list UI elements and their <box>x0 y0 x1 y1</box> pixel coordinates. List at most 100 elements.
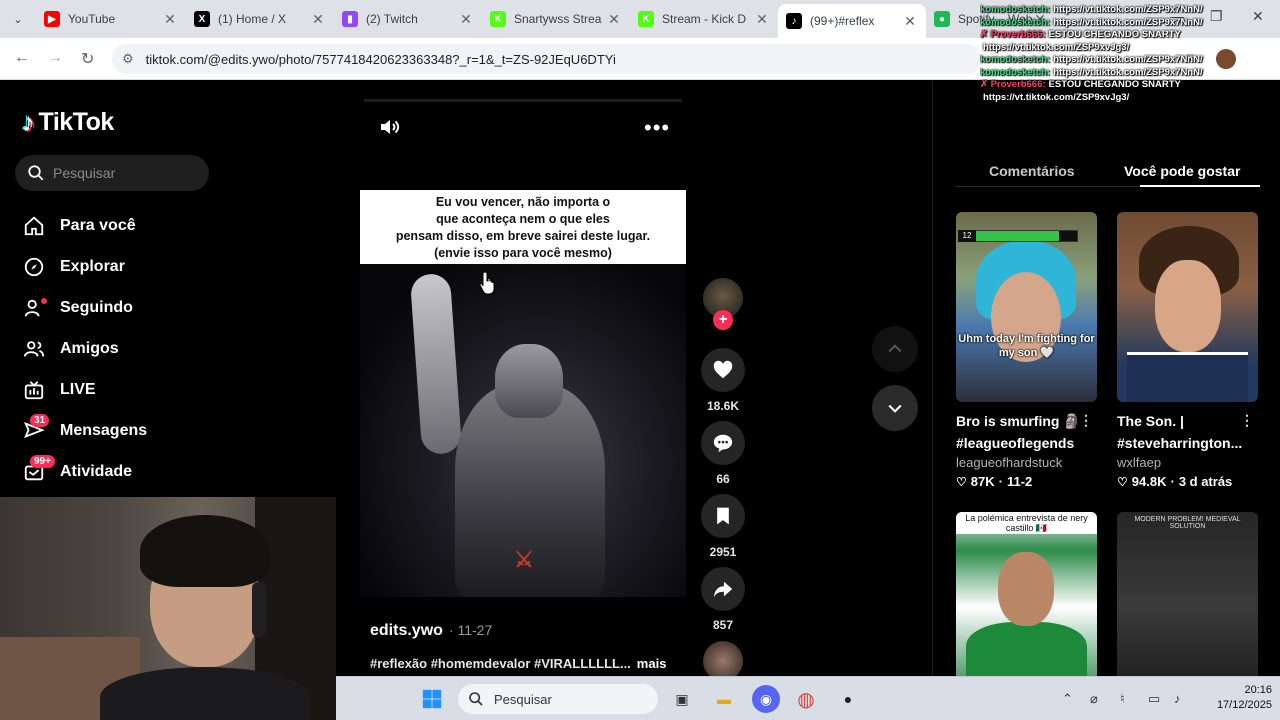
video-thumbnail[interactable] <box>1117 212 1258 402</box>
card-title[interactable]: The Son. | #steveharrington... <box>1117 410 1258 454</box>
sidebar-item-label: Mensagens <box>60 421 148 439</box>
sidebar-item-mensagens[interactable]: 31 Mensagens <box>22 410 147 451</box>
chat-message: https://vt.tiktok.com/ZSP9xvJg3/ <box>980 42 1210 55</box>
network-icon[interactable]: ⌀ <box>1090 691 1098 707</box>
profile-avatar[interactable] <box>1216 49 1236 69</box>
share-icon[interactable] <box>701 567 745 611</box>
browser-tab[interactable]: K Snartywss Strea ✕ <box>482 4 630 34</box>
tab-close-icon[interactable]: ✕ <box>754 11 770 28</box>
tab-close-icon[interactable]: ✕ <box>310 11 326 28</box>
chat-message: ✗ Proverb666: ESTOU CHEGANDO SNARTY <box>980 79 1210 92</box>
recommended-card[interactable]: 12 Uhm today I'm fighting for my son 🤍 B… <box>956 212 1097 489</box>
thumb-subtitle: Uhm today I'm fighting for my son 🤍 <box>958 333 1095 359</box>
sidebar-item-live[interactable]: LIVE <box>22 369 147 410</box>
browser-tab[interactable]: ♪ (99+)#reflex ✕ <box>778 4 926 38</box>
microphone-icon[interactable]: ♮ <box>1120 691 1125 707</box>
taskbar-search-placeholder: Pesquisar <box>494 691 552 707</box>
browser-tab[interactable]: ▮ (2) Twitch ✕ <box>334 4 482 34</box>
comment-action[interactable]: 66 <box>701 421 745 486</box>
video-thumbnail[interactable]: La polémica entrevista de nery castillo … <box>956 512 1097 702</box>
share-action[interactable]: 857 <box>701 567 745 632</box>
next-post-button[interactable] <box>872 385 918 431</box>
tray-chevron-up-icon[interactable]: ⌃ <box>1062 691 1073 707</box>
search-input[interactable] <box>53 165 203 181</box>
obs-icon[interactable]: ● <box>834 685 862 713</box>
sidebar-item-amigos[interactable]: Amigos <box>22 328 147 369</box>
tab-close-icon[interactable]: ✕ <box>606 11 622 28</box>
sidebar-item-para-voce[interactable]: Para você <box>22 205 147 246</box>
sidebar-item-seguindo[interactable]: Seguindo <box>22 287 147 328</box>
author-name[interactable]: edits.ywo <box>370 622 443 640</box>
tab-comentarios[interactable]: Comentários <box>989 163 1075 179</box>
chrome-icon[interactable]: ◍ <box>792 685 820 713</box>
photo-post[interactable]: Eu vou vencer, não importa o que aconteç… <box>360 190 686 597</box>
card-likes: 94.8K <box>1131 474 1167 489</box>
card-title-line: #leagueoflegends <box>956 435 1075 451</box>
sidebar-item-atividade[interactable]: 99+ Atividade <box>22 451 147 492</box>
comment-icon[interactable] <box>701 421 745 465</box>
tab-close-icon[interactable]: ✕ <box>458 11 474 28</box>
chat-message: komodosketch: https://vt.tiktok.com/ZSP9x… <box>980 4 1210 17</box>
browser-tab[interactable]: X (1) Home / X ✕ <box>186 4 334 34</box>
task-view-icon[interactable]: ▣ <box>668 685 696 713</box>
tab-close-icon[interactable]: ✕ <box>162 11 178 28</box>
more-options-icon[interactable]: ••• <box>644 115 670 141</box>
more-link[interactable]: mais <box>637 656 667 671</box>
post-hashtags: #reflexão #homemdevalor #VIRALLLLLL... ma… <box>370 656 666 671</box>
forward-icon[interactable]: → <box>47 49 63 67</box>
file-explorer-icon[interactable]: ▬ <box>710 685 738 713</box>
card-author[interactable]: wxlfaep <box>1117 455 1258 470</box>
hashtags-text[interactable]: #reflexão #homemdevalor #VIRALLLLLL... <box>370 656 631 671</box>
previous-post-button[interactable] <box>872 326 918 372</box>
display-icon[interactable]: ▭ <box>1148 691 1160 707</box>
card-title-line: #steveharrington... <box>1117 435 1243 451</box>
video-thumbnail[interactable]: 12 Uhm today I'm fighting for my son 🤍 <box>956 212 1097 402</box>
heart-icon[interactable] <box>701 348 745 392</box>
site-info-icon[interactable]: ⚙ <box>122 51 134 67</box>
speaker-icon[interactable]: ♪ <box>1174 691 1181 706</box>
recommended-card[interactable]: The Son. | #steveharrington... ⋮ wxlfaep… <box>1117 212 1258 489</box>
card-more-icon[interactable]: ⋮ <box>1240 412 1254 429</box>
card-more-icon[interactable]: ⋮ <box>1079 412 1093 429</box>
recommended-card[interactable]: La polémica entrevista de nery castillo … <box>956 512 1097 702</box>
save-count: 2951 <box>709 545 737 559</box>
friends-icon <box>22 337 46 361</box>
compass-icon <box>22 255 46 279</box>
follow-plus-icon[interactable]: + <box>713 310 733 330</box>
card-author[interactable]: leagueofhardstuck <box>956 455 1097 470</box>
card-title[interactable]: Bro is smurfing 🗿 #leagueoflegends <box>956 410 1097 454</box>
video-thumbnail[interactable]: MODERN PROBLEM! MEDIEVAL SOLUTION <box>1117 512 1258 702</box>
chat-message: komodosketch: https://vt.tiktok.com/ZSP9x… <box>980 54 1210 67</box>
sidebar-item-explorar[interactable]: Explorar <box>22 246 147 287</box>
tab-voce-pode-gostar[interactable]: Você pode gostar <box>1124 163 1240 179</box>
tab-close-icon[interactable]: ✕ <box>902 13 918 30</box>
discord-icon[interactable]: ◉ <box>752 685 780 713</box>
tiktok-logo[interactable]: ♪ TikTok <box>22 107 114 138</box>
right-panel: Comentários Você pode gostar 12 Uhm toda… <box>932 81 1280 720</box>
card-date: 3 d atrás <box>1178 474 1233 489</box>
close-window-icon[interactable]: ✕ <box>1252 8 1264 25</box>
like-action[interactable]: 18.6K <box>701 348 745 413</box>
share-count: 857 <box>712 618 734 632</box>
bookmark-icon[interactable] <box>701 494 745 538</box>
right-panel-tabs: Comentários Você pode gostar <box>955 153 1260 187</box>
tab-search-icon[interactable]: ⌄ <box>8 9 28 29</box>
search-box[interactable] <box>15 155 209 191</box>
recommended-card[interactable]: MODERN PROBLEM! MEDIEVAL SOLUTION <box>1117 512 1258 702</box>
music-disc-avatar[interactable] <box>703 641 743 681</box>
sidebar-item-label: Seguindo <box>60 298 133 316</box>
browser-tab[interactable]: K Stream - Kick D ✕ <box>630 4 778 34</box>
browser-tab[interactable]: ▶ YouTube ✕ <box>36 4 186 34</box>
reload-icon[interactable]: ↻ <box>81 49 94 69</box>
url-field[interactable]: ⚙ tiktok.com/@edits.ywo/photo/7577418420… <box>112 44 982 74</box>
back-icon[interactable]: ← <box>14 49 30 67</box>
tab-favicon-icon: ▶ <box>44 11 60 27</box>
taskbar-clock[interactable]: 20:16 17/12/2025 <box>1202 683 1272 713</box>
save-action[interactable]: 2951 <box>701 494 745 559</box>
tab-title: (1) Home / X <box>218 12 287 26</box>
taskbar-search[interactable]: Pesquisar <box>458 684 658 714</box>
maximize-icon[interactable]: ❐ <box>1210 8 1223 25</box>
volume-icon[interactable] <box>378 115 402 139</box>
windows-start-icon[interactable] <box>418 685 446 713</box>
chat-text: ESTOU CHEGANDO SNARTY <box>1048 79 1181 90</box>
